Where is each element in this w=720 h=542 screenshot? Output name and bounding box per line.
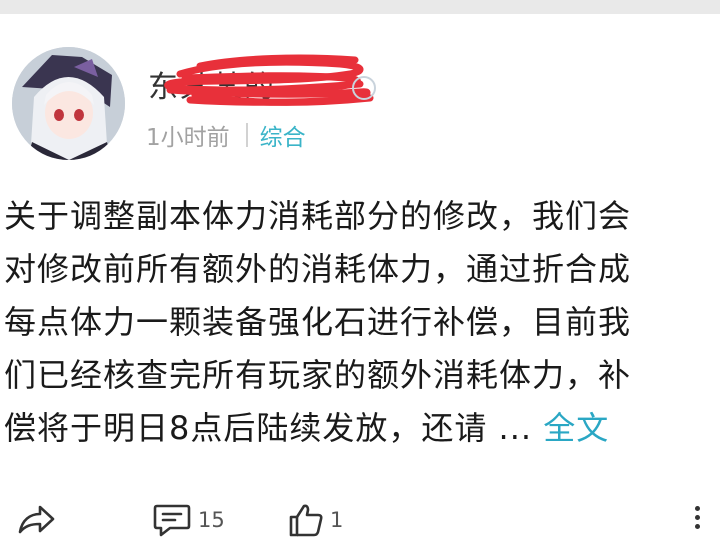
action-bar: 15 1: [0, 496, 720, 542]
like-count: 1: [330, 508, 344, 532]
content-line-text: 偿将于明日8点后陆续发放，还请 ...: [4, 409, 533, 447]
comment-button[interactable]: 15: [152, 502, 225, 538]
top-divider-bar: [0, 0, 720, 14]
comment-icon: [153, 504, 191, 537]
share-button[interactable]: [16, 502, 56, 536]
content-line-last: 偿将于明日8点后陆续发放，还请 ... 全文: [4, 402, 704, 455]
content-line: 关于调整副本体力消耗部分的修改，我们会: [4, 197, 632, 235]
avatar-image: [12, 47, 125, 160]
avatar[interactable]: [12, 47, 125, 160]
verified-badge-icon: [352, 76, 376, 100]
post-content[interactable]: 关于调整副本体力消耗部分的修改，我们会 对修改前所有额外的消耗体力，通过折合成 …: [4, 190, 704, 455]
content-line: 们已经核查完所有玩家的额外消耗体力，补: [4, 356, 632, 394]
share-icon: [18, 505, 55, 534]
post-meta: 1小时前 综合: [146, 118, 306, 152]
meta-divider: [245, 123, 248, 147]
category-link[interactable]: 综合: [260, 118, 306, 152]
thumbs-up-icon: [289, 504, 323, 537]
content-line: 对修改前所有额外的消耗体力，通过折合成: [4, 250, 632, 288]
comment-count: 15: [198, 508, 225, 532]
more-menu-button[interactable]: [690, 506, 704, 532]
content-line: 每点体力一颗装备强化石进行补偿，目前我: [4, 303, 632, 341]
post-time: 1小时前: [146, 125, 230, 151]
like-button[interactable]: 1: [288, 502, 343, 538]
more-vertical-icon: [690, 506, 704, 529]
read-more-link[interactable]: 全文: [543, 409, 609, 447]
